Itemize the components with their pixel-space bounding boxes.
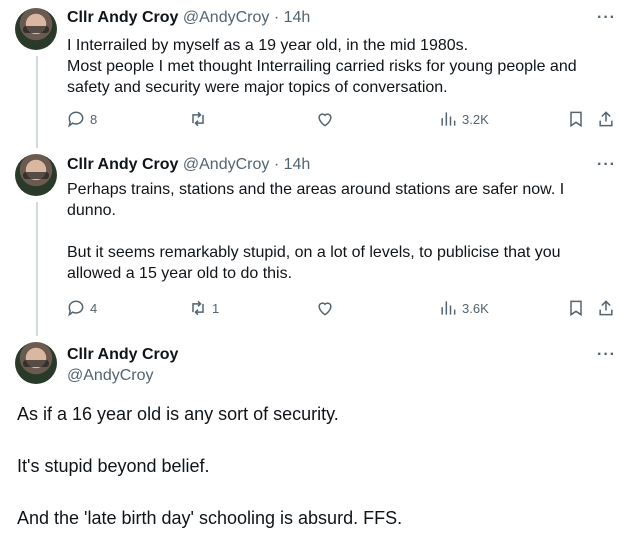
- tweet-line: Perhaps trains, stations and the areas a…: [67, 181, 565, 198]
- avatar[interactable]: [15, 8, 57, 50]
- tweet-2[interactable]: Cllr Andy Croy @AndyCroy · 14h ··· Perha…: [0, 148, 634, 336]
- tweet-line: allowed a 15 year old to do this.: [67, 265, 293, 282]
- tweet-1[interactable]: Cllr Andy Croy @AndyCroy · 14h ··· I Int…: [0, 0, 634, 148]
- avatar[interactable]: [15, 342, 57, 384]
- views-button[interactable]: 3.6K: [438, 298, 489, 318]
- bookmark-button[interactable]: [566, 298, 586, 318]
- share-icon: [599, 300, 613, 316]
- bookmark-button[interactable]: [566, 109, 586, 129]
- author-handle[interactable]: @AndyCroy: [67, 367, 154, 385]
- author-handle[interactable]: @AndyCroy: [183, 9, 270, 26]
- author-name[interactable]: Cllr Andy Croy: [67, 9, 178, 26]
- views-button[interactable]: 3.2K: [438, 109, 489, 129]
- tweet-text: I Interrailed by myself as a 19 year old…: [67, 35, 577, 98]
- avatar[interactable]: [15, 154, 57, 196]
- tweet-text: As if a 16 year old is any sort of secur…: [17, 404, 339, 424]
- reply-count: 8: [90, 111, 98, 127]
- action-bar: 8 3.2K: [66, 109, 621, 131]
- author-name[interactable]: Cllr Andy Croy: [67, 156, 178, 173]
- tweet-line: But it seems remarkably stupid, on a lot…: [67, 244, 561, 261]
- like-button[interactable]: [315, 109, 335, 129]
- more-icon[interactable]: ···: [597, 346, 616, 364]
- more-icon[interactable]: ···: [597, 9, 616, 27]
- tweet-text: Perhaps trains, stations and the areas a…: [67, 179, 564, 284]
- heart-icon: [318, 113, 332, 127]
- views-count: 3.6K: [462, 300, 489, 316]
- timestamp[interactable]: · 14h: [274, 9, 310, 26]
- tweet-header: Cllr Andy Croy @AndyCroy · 14h: [67, 9, 310, 27]
- bookmark-icon: [570, 111, 582, 128]
- share-icon: [599, 111, 613, 127]
- tweet-line: [67, 221, 564, 242]
- tweet-text: It's stupid beyond belief.: [17, 456, 210, 476]
- action-bar: 4 1 3.6K: [66, 298, 621, 320]
- views-icon: [441, 301, 456, 315]
- thread-line: [36, 56, 38, 148]
- tweet-line: Most people I met thought Interrailing c…: [67, 58, 577, 75]
- more-icon[interactable]: ···: [597, 156, 616, 174]
- retweet-icon: [192, 300, 204, 316]
- reply-count: 4: [90, 300, 98, 316]
- retweet-icon: [192, 111, 204, 127]
- share-button[interactable]: [596, 298, 616, 318]
- like-button[interactable]: [315, 298, 335, 318]
- reply-icon: [68, 300, 84, 317]
- heart-icon: [318, 302, 332, 316]
- retweet-count: 1: [212, 300, 220, 316]
- tweet-line: dunno.: [67, 202, 116, 219]
- tweet-text: And the 'late birth day' schooling is ab…: [17, 508, 403, 528]
- reply-button[interactable]: 4: [66, 298, 97, 318]
- author-handle[interactable]: @AndyCroy: [183, 156, 270, 173]
- tweet-line: safety and security were major topics of…: [67, 79, 448, 96]
- views-count: 3.2K: [462, 111, 489, 127]
- author-name[interactable]: Cllr Andy Croy: [67, 346, 178, 364]
- views-icon: [441, 112, 456, 126]
- thread-line: [36, 202, 38, 336]
- reply-icon: [68, 111, 84, 128]
- retweet-button[interactable]: 1: [188, 298, 219, 318]
- timestamp[interactable]: · 14h: [274, 156, 310, 173]
- bookmark-icon: [570, 300, 582, 317]
- retweet-button[interactable]: [188, 109, 212, 129]
- tweet-header: Cllr Andy Croy @AndyCroy · 14h: [67, 156, 310, 174]
- main-tweet[interactable]: Cllr Andy Croy @AndyCroy ··· As if a 16 …: [0, 336, 634, 540]
- share-button[interactable]: [596, 109, 616, 129]
- tweet-line: I Interrailed by myself as a 19 year old…: [67, 37, 469, 54]
- reply-button[interactable]: 8: [66, 109, 97, 129]
